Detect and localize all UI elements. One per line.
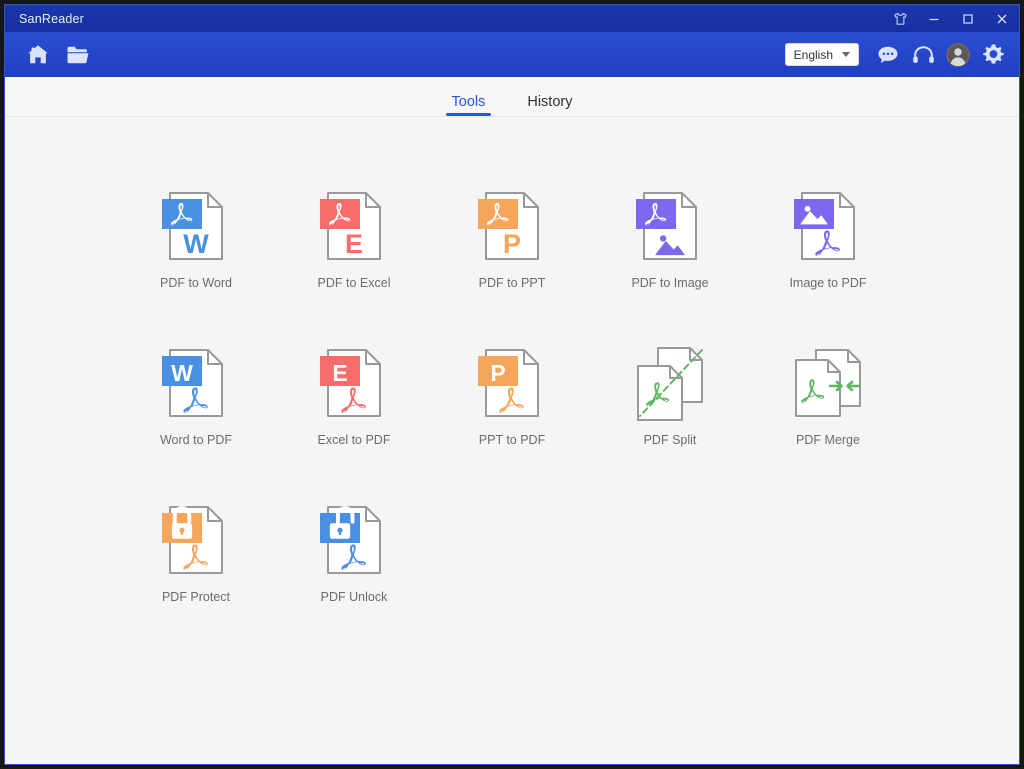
home-icon[interactable] <box>21 38 55 72</box>
tool-card-excel-to-pdf[interactable]: E Excel to PDF <box>275 342 433 447</box>
pdf-protect-icon <box>154 499 238 583</box>
word-to-pdf-icon: W <box>154 342 238 426</box>
tools-grid: W PDF to Word E PDF to Excel P PDF to PPT P… <box>117 185 907 604</box>
svg-text:W: W <box>183 229 209 259</box>
toolbar-right-group: English <box>785 39 1009 71</box>
pdf-to-word-icon: W <box>154 185 238 269</box>
tool-label-ppt-to-pdf: PPT to PDF <box>479 433 545 447</box>
tab-history[interactable]: History <box>521 95 578 117</box>
support-headphones-icon[interactable] <box>907 39 939 71</box>
ppt-to-pdf-icon: P <box>470 342 554 426</box>
tool-label-pdf-to-ppt: PDF to PPT <box>479 276 546 290</box>
pdf-to-ppt-icon: P <box>470 185 554 269</box>
svg-text:P: P <box>490 360 505 386</box>
tool-card-pdf-to-image[interactable]: PDF to Image <box>591 185 749 290</box>
main-toolbar: English <box>5 32 1019 77</box>
tool-card-pdf-to-ppt[interactable]: P PDF to PPT <box>433 185 591 290</box>
pdf-merge-icon <box>786 342 870 426</box>
tool-card-pdf-to-word[interactable]: W PDF to Word <box>117 185 275 290</box>
tool-card-pdf-merge[interactable]: PDF Merge <box>749 342 907 447</box>
tool-card-pdf-split[interactable]: PDF Split <box>591 342 749 447</box>
language-value: English <box>794 48 833 62</box>
title-bar: SanReader <box>5 5 1019 32</box>
close-button[interactable] <box>985 5 1019 32</box>
tool-card-ppt-to-pdf[interactable]: P PPT to PDF <box>433 342 591 447</box>
open-file-icon[interactable] <box>61 38 95 72</box>
tool-card-image-to-pdf[interactable]: Image to PDF <box>749 185 907 290</box>
pdf-split-icon <box>628 342 712 426</box>
svg-text:E: E <box>332 360 347 386</box>
tool-card-pdf-unlock[interactable]: PDF Unlock <box>275 499 433 604</box>
tool-label-word-to-pdf: Word to PDF <box>160 433 232 447</box>
feedback-chat-icon[interactable] <box>872 39 904 71</box>
tab-tools[interactable]: Tools <box>446 95 492 117</box>
pdf-unlock-icon <box>312 499 396 583</box>
svg-text:E: E <box>345 229 363 259</box>
window-controls <box>883 5 1019 32</box>
maximize-button[interactable] <box>951 5 985 32</box>
language-select[interactable]: English <box>785 43 859 66</box>
tools-content: W PDF to Word E PDF to Excel P PDF to PPT P… <box>5 117 1019 764</box>
account-avatar-icon[interactable] <box>942 39 974 71</box>
tool-label-image-to-pdf: Image to PDF <box>789 276 866 290</box>
tool-label-pdf-unlock: PDF Unlock <box>321 590 388 604</box>
app-title: SanReader <box>19 12 84 26</box>
excel-to-pdf-icon: E <box>312 342 396 426</box>
image-to-pdf-icon <box>786 185 870 269</box>
chevron-down-icon <box>842 52 850 57</box>
tab-bar: Tools History <box>5 77 1019 117</box>
svg-text:W: W <box>171 360 193 386</box>
tool-label-pdf-to-image: PDF to Image <box>631 276 708 290</box>
tool-label-pdf-to-word: PDF to Word <box>160 276 232 290</box>
tool-label-pdf-to-excel: PDF to Excel <box>318 276 391 290</box>
svg-text:P: P <box>503 229 521 259</box>
settings-gear-icon[interactable] <box>977 39 1009 71</box>
pdf-to-excel-icon: E <box>312 185 396 269</box>
tool-label-pdf-split: PDF Split <box>644 433 697 447</box>
minimize-button[interactable] <box>917 5 951 32</box>
tool-label-pdf-protect: PDF Protect <box>162 590 230 604</box>
tool-card-word-to-pdf[interactable]: W Word to PDF <box>117 342 275 447</box>
tool-card-pdf-to-excel[interactable]: E PDF to Excel <box>275 185 433 290</box>
pdf-to-image-icon <box>628 185 712 269</box>
theme-shirt-icon[interactable] <box>883 5 917 32</box>
tool-label-pdf-merge: PDF Merge <box>796 433 860 447</box>
app-window: SanReader <box>4 4 1020 765</box>
tool-label-excel-to-pdf: Excel to PDF <box>318 433 391 447</box>
tool-card-pdf-protect[interactable]: PDF Protect <box>117 499 275 604</box>
